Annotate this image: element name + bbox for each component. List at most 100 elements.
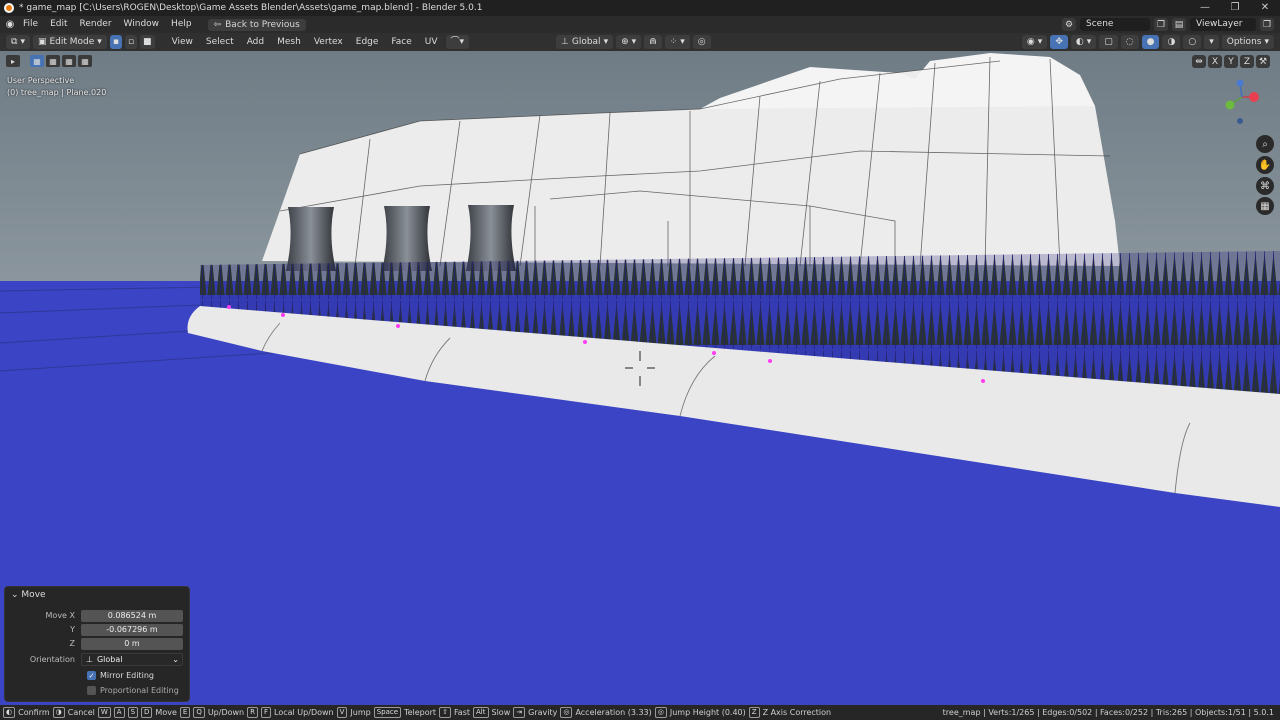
- mirror-editing-label: Mirror Editing: [100, 671, 154, 680]
- mirror-editing-checkbox[interactable]: ✓: [87, 671, 96, 680]
- vertex-select-button[interactable]: ▪: [109, 35, 122, 49]
- editor-type-button[interactable]: ⧉ ▾: [6, 35, 30, 49]
- snap-target-select[interactable]: ⁘ ▾: [664, 35, 690, 49]
- menu-render[interactable]: Render: [74, 16, 118, 33]
- z-axis-handle[interactable]: [1236, 79, 1244, 87]
- top-menu-bar: ◉ File Edit Render Window Help ⇦ Back to…: [0, 16, 1280, 33]
- blender-menu-icon[interactable]: ◉: [3, 19, 17, 31]
- mirror-editing-row: ✓ Mirror Editing: [5, 669, 191, 682]
- key-v: V: [336, 707, 348, 718]
- move-panel-header[interactable]: ⌄ Move: [5, 587, 189, 604]
- key-r: R: [247, 707, 258, 718]
- key-e: E: [179, 707, 191, 718]
- select-mode-extend-icon[interactable]: ▦: [46, 55, 60, 67]
- mirror-z-toggle[interactable]: Z: [1240, 55, 1254, 68]
- move-z-field[interactable]: 0 m: [81, 637, 183, 650]
- menu-face[interactable]: Face: [386, 35, 416, 49]
- close-button[interactable]: ✕: [1250, 0, 1280, 16]
- snap-toggle[interactable]: ⋒: [644, 35, 662, 49]
- tool-selector-row: ▸ ▦ ▦ ▦ ▦: [6, 55, 92, 67]
- menu-view[interactable]: View: [167, 35, 198, 49]
- back-to-previous-button[interactable]: ⇦ Back to Previous: [207, 18, 306, 31]
- eye-icon: ◉: [1026, 37, 1035, 47]
- overlays-toggle[interactable]: ◐ ▾: [1070, 35, 1097, 49]
- new-view-layer-icon[interactable]: ❐: [1260, 18, 1274, 31]
- move-panel-title: Move: [21, 590, 46, 600]
- key-tab-icon: ⇥: [513, 707, 526, 718]
- perspective-toggle-icon[interactable]: ▦: [1256, 197, 1274, 215]
- neg-z-axis-handle[interactable]: [1237, 118, 1243, 124]
- 3d-viewport[interactable]: User Perspective (0) tree_map | Plane.02…: [0, 51, 1280, 705]
- menu-help[interactable]: Help: [165, 16, 198, 33]
- menu-window[interactable]: Window: [118, 16, 166, 33]
- solid-shading-button[interactable]: ●: [1141, 35, 1160, 49]
- rendered-shading-button[interactable]: ○: [1183, 35, 1202, 49]
- xray-toggle[interactable]: ▢: [1099, 35, 1118, 49]
- pivot-icon: ⊕: [621, 37, 629, 47]
- y-axis-handle[interactable]: [1225, 100, 1235, 110]
- back-to-previous-label: Back to Previous: [225, 19, 300, 30]
- status-cancel: Cancel: [67, 708, 95, 717]
- key-d: D: [141, 707, 153, 718]
- orientation-dropdown[interactable]: ⊥ Global ⌄: [81, 653, 183, 666]
- menu-uv[interactable]: UV: [420, 35, 443, 49]
- menu-edge[interactable]: Edge: [351, 35, 384, 49]
- menu-vertex[interactable]: Vertex: [309, 35, 348, 49]
- view-layer-field[interactable]: ViewLayer: [1190, 18, 1256, 31]
- orientation-icon: ⊥: [561, 37, 569, 47]
- select-mode-intersect-icon[interactable]: ▦: [78, 55, 92, 67]
- wireframe-shading-button[interactable]: ◌: [1120, 35, 1139, 49]
- mirror-x-toggle[interactable]: X: [1208, 55, 1222, 68]
- key-f: F: [261, 707, 272, 718]
- options-menu[interactable]: Options ▾: [1221, 35, 1274, 49]
- material-shading-button[interactable]: ◑: [1162, 35, 1181, 49]
- face-select-button[interactable]: ■: [140, 35, 155, 49]
- key-a: A: [113, 707, 125, 718]
- gizmo-toggle[interactable]: ✥: [1050, 35, 1068, 49]
- select-mode-subtract-icon[interactable]: ▦: [62, 55, 76, 67]
- magnet-icon: ⋒: [649, 37, 657, 47]
- menu-edit[interactable]: Edit: [44, 16, 73, 33]
- select-tool-icon[interactable]: ▸: [6, 55, 20, 67]
- move-y-field[interactable]: -0.067296 m: [81, 623, 183, 636]
- camera-view-icon[interactable]: ⌘: [1256, 177, 1274, 195]
- solid-sphere-icon: ●: [1146, 37, 1155, 47]
- x-axis-handle[interactable]: [1249, 92, 1259, 102]
- select-mode-new-icon[interactable]: ▦: [30, 55, 44, 67]
- proportional-toggle[interactable]: ◎: [692, 35, 711, 49]
- mode-select[interactable]: ▣ Edit Mode ▾: [32, 35, 107, 49]
- shading-options-button[interactable]: ▾: [1204, 35, 1219, 49]
- new-scene-icon[interactable]: ❐: [1154, 18, 1168, 31]
- mirror-y-toggle[interactable]: Y: [1224, 55, 1238, 68]
- menu-add[interactable]: Add: [242, 35, 269, 49]
- edge-select-button[interactable]: ▫: [124, 35, 138, 49]
- orientation-label: Global: [571, 37, 601, 47]
- zoom-icon[interactable]: ⌕: [1256, 135, 1274, 153]
- visibility-select[interactable]: ◉ ▾: [1021, 35, 1048, 49]
- proportional-editing-checkbox[interactable]: [87, 686, 96, 695]
- wrench-icon[interactable]: ⚒: [1256, 55, 1270, 68]
- cooling-towers: [286, 205, 516, 271]
- menu-file[interactable]: File: [17, 16, 44, 33]
- menu-mesh[interactable]: Mesh: [272, 35, 306, 49]
- proportional-icon: ◎: [697, 37, 706, 47]
- viewport-scene: [0, 51, 1280, 705]
- status-bar: ◐ Confirm ◑ Cancel W A S D Move E Q Up/Down R F Lo…: [0, 705, 1280, 720]
- chevron-down-icon: ⌄: [172, 655, 179, 664]
- hand-pan-icon[interactable]: ✋: [1256, 156, 1274, 174]
- mouse-left-icon: ◐: [3, 707, 16, 718]
- pivot-select[interactable]: ⊕ ▾: [616, 35, 642, 49]
- scene-field[interactable]: Scene: [1080, 18, 1150, 31]
- xray-icon: ▢: [1104, 37, 1113, 47]
- orientation-select[interactable]: ⊥ Global ▾: [556, 35, 614, 49]
- gizmo-icon: ✥: [1055, 37, 1063, 47]
- move-x-field[interactable]: 0.086524 m: [81, 609, 183, 622]
- menu-select[interactable]: Select: [201, 35, 239, 49]
- orientation-axis-icon: ⊥: [86, 655, 93, 664]
- snapping-menu-button[interactable]: ⌒▾: [445, 35, 470, 49]
- mirror-axis-toggles: ⇹ X Y Z ⚒: [1192, 55, 1270, 68]
- move-x-row: Move X 0.086524 m: [5, 609, 191, 622]
- maximize-button[interactable]: ❐: [1220, 0, 1250, 16]
- status-jump: Jump: [350, 708, 371, 717]
- minimize-button[interactable]: —: [1190, 0, 1220, 16]
